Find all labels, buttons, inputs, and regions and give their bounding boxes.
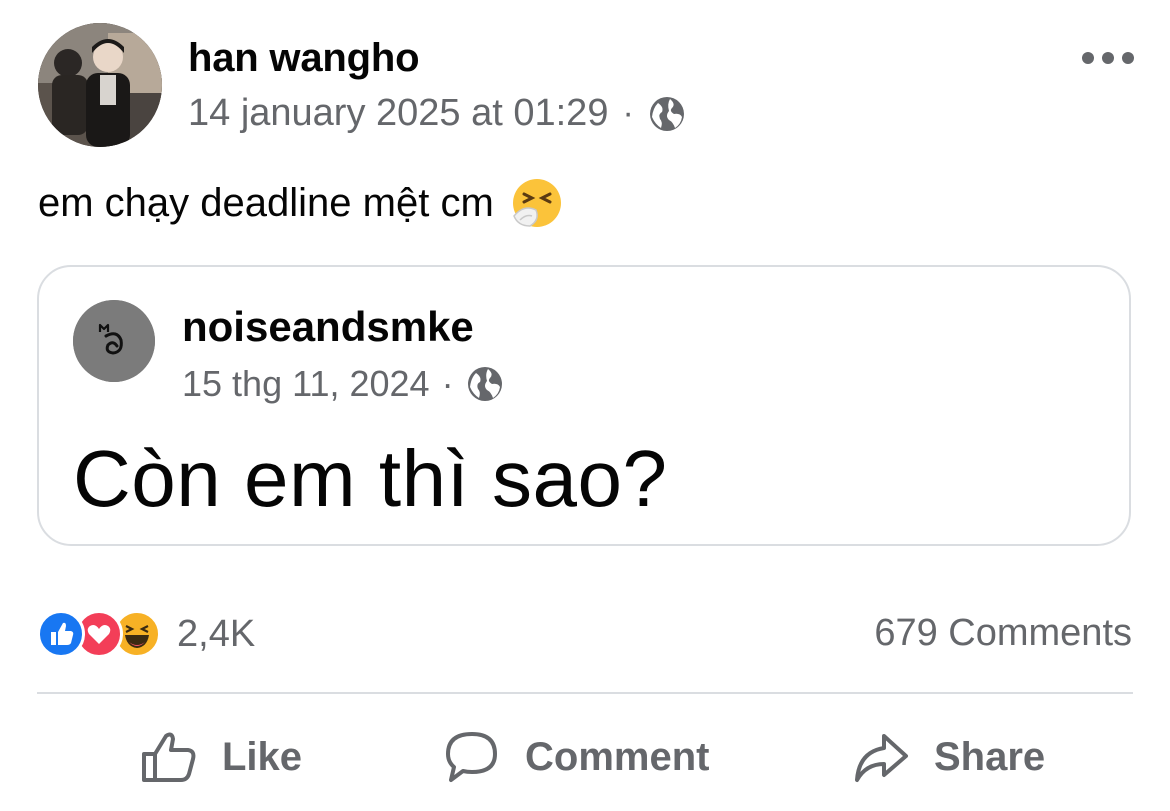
- author-avatar[interactable]: [38, 23, 162, 147]
- comment-button[interactable]: Comment: [443, 725, 709, 789]
- like-label: Like: [222, 734, 303, 779]
- shared-author-name[interactable]: noiseandsmke: [182, 303, 474, 351]
- more-options-button[interactable]: [1082, 48, 1134, 68]
- meta-separator: ·: [441, 363, 454, 404]
- author-name[interactable]: han wangho: [188, 36, 420, 81]
- meta-separator: ·: [622, 94, 634, 132]
- post-timestamp[interactable]: 14 january 2025 at 01:29: [188, 92, 608, 135]
- post-meta: 14 january 2025 at 01:29 ·: [188, 92, 686, 135]
- reactions-summary[interactable]: 2,4K: [37, 609, 255, 659]
- post-text: em chạy deadline mệt cm: [38, 176, 564, 230]
- sneezing-face-emoji: [510, 176, 564, 230]
- comments-count-link[interactable]: 679 Comments: [874, 612, 1132, 655]
- shared-author-avatar[interactable]: [73, 300, 155, 382]
- divider: [37, 692, 1133, 694]
- shared-post-meta: 15 thg 11, 2024 ·: [182, 363, 504, 405]
- shared-timestamp[interactable]: 15 thg 11, 2024: [182, 363, 430, 405]
- more-dot: [1082, 52, 1094, 64]
- like-reaction-icon: [37, 610, 85, 658]
- share-label: Share: [934, 734, 1046, 779]
- comment-label: Comment: [525, 734, 710, 779]
- share-button[interactable]: Share: [852, 725, 1045, 789]
- post-body: em chạy deadline mệt cm: [38, 180, 494, 225]
- globe-icon[interactable]: [466, 365, 504, 403]
- shared-post-text: Còn em thì sao?: [73, 434, 668, 523]
- share-arrow-icon: [855, 734, 908, 782]
- comment-bubble-icon: [446, 732, 497, 782]
- reaction-count: 2,4K: [177, 612, 256, 655]
- more-dot: [1122, 52, 1134, 64]
- thumbs-up-icon: [142, 732, 196, 782]
- like-button[interactable]: Like: [140, 725, 302, 789]
- more-dot: [1102, 52, 1114, 64]
- globe-icon[interactable]: [648, 95, 686, 133]
